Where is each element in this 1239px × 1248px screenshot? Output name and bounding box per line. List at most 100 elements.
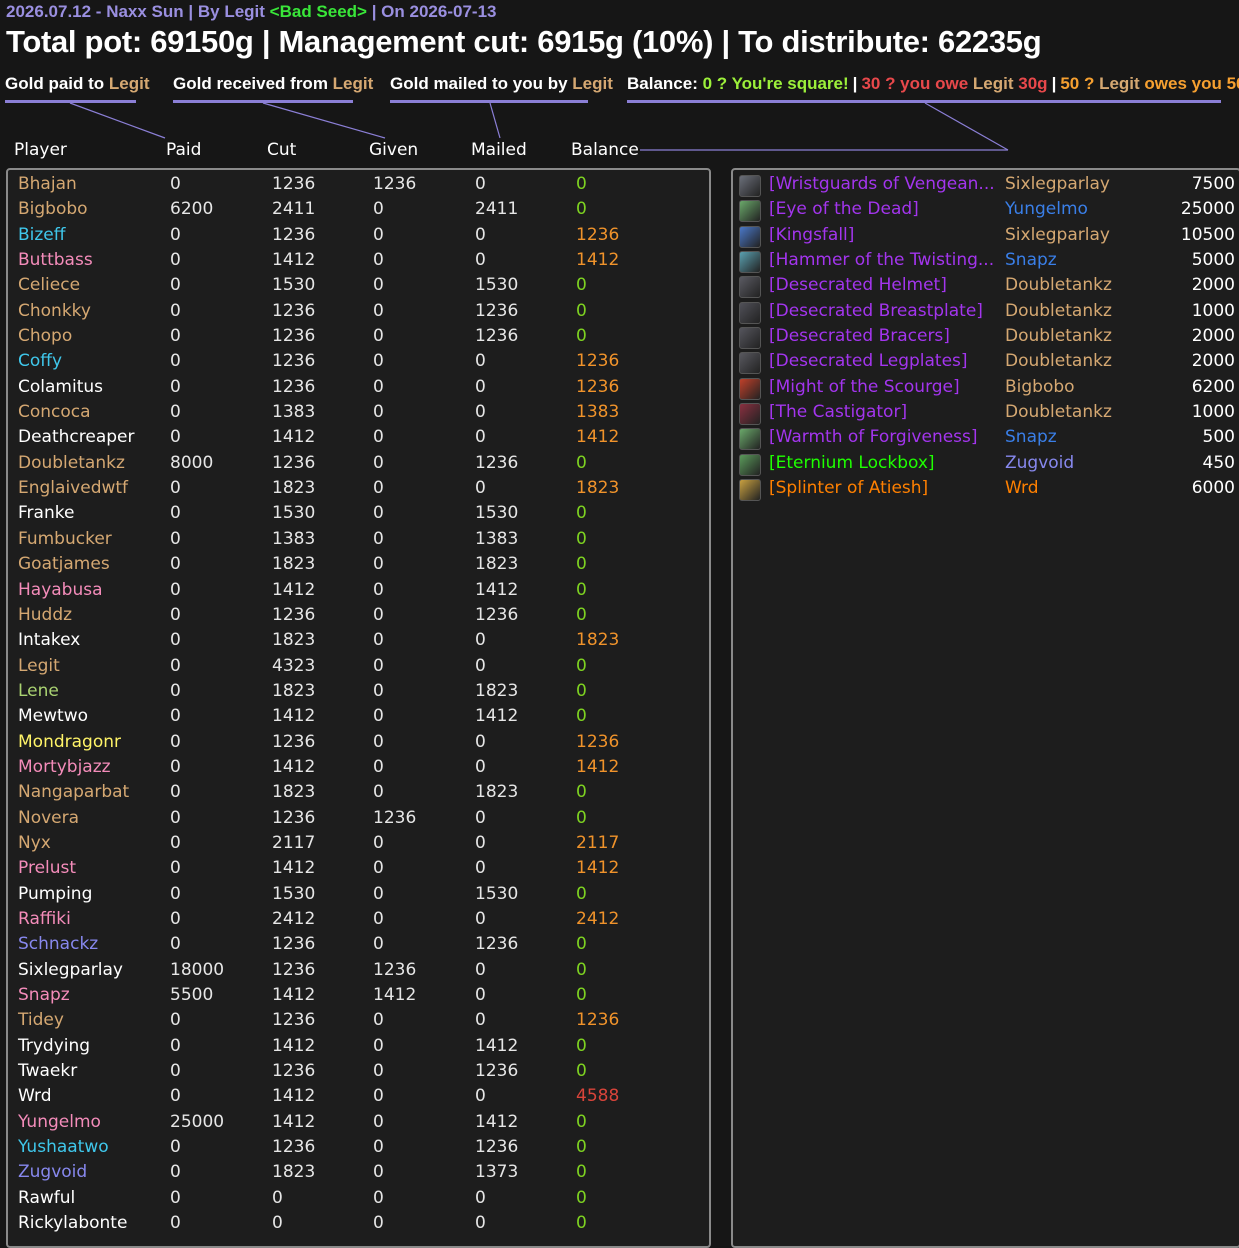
player-paid: 0 <box>170 275 181 296</box>
player-given: 0 <box>373 528 384 549</box>
player-mailed: 1236 <box>475 300 519 321</box>
player-mailed: 0 <box>475 478 486 499</box>
player-cut: 1236 <box>272 1010 316 1031</box>
player-paid: 0 <box>170 630 181 651</box>
player-cut: 1823 <box>272 554 316 575</box>
player-cut: 1236 <box>272 224 316 245</box>
loot-row[interactable]: [Desecrated Helmet] Doubletankz 2000 <box>739 275 1235 300</box>
player-paid: 8000 <box>170 452 214 473</box>
player-balance: 0 <box>576 883 587 904</box>
item-link[interactable]: [Wristguards of Vengean... <box>769 174 999 194</box>
player-mailed: 0 <box>475 832 486 853</box>
player-given: 0 <box>373 503 384 524</box>
player-paid: 0 <box>170 1213 181 1234</box>
player-mailed: 0 <box>475 959 486 980</box>
player-name: Twaekr <box>18 1061 78 1082</box>
player-given: 0 <box>373 1213 384 1234</box>
player-balance: 0 <box>576 579 587 600</box>
player-cut: 1236 <box>272 326 316 347</box>
item-link[interactable]: [Warmth of Forgiveness] <box>769 427 999 447</box>
player-cut: 2411 <box>272 199 316 220</box>
player-given: 0 <box>373 756 384 777</box>
item-price: 500 <box>1202 427 1235 448</box>
loot-row[interactable]: [Might of the Scourge] Bigbobo 6200 <box>739 377 1235 402</box>
loot-row[interactable]: [Desecrated Bracers] Doubletankz 2000 <box>739 326 1235 351</box>
player-given: 0 <box>373 604 384 625</box>
col-header-given[interactable]: Given <box>369 140 418 160</box>
player-given: 0 <box>373 351 384 372</box>
player-balance: 0 <box>576 1213 587 1234</box>
item-price: 10500 <box>1180 224 1235 245</box>
loot-row[interactable]: [Desecrated Breastplate] Doubletankz 1000 <box>739 301 1235 326</box>
player-mailed: 1530 <box>475 883 519 904</box>
player-given: 0 <box>373 326 384 347</box>
col-header-mailed[interactable]: Mailed <box>471 140 527 160</box>
player-paid: 0 <box>170 782 181 803</box>
loot-row[interactable]: [Kingsfall] Sixlegparlay 10500 <box>739 225 1235 250</box>
player-mailed: 0 <box>475 756 486 777</box>
legend-paid-who: Legit <box>108 74 150 93</box>
loot-row[interactable]: [Desecrated Legplates] Doubletankz 2000 <box>739 351 1235 376</box>
player-mailed: 1823 <box>475 554 519 575</box>
item-link[interactable]: [Might of the Scourge] <box>769 377 999 397</box>
item-link[interactable]: [The Castigator] <box>769 402 999 422</box>
loot-row[interactable]: [Wristguards of Vengean... Sixlegparlay 75… <box>739 174 1235 199</box>
player-name: Legit <box>18 655 60 676</box>
player-cut: 1412 <box>272 858 316 879</box>
col-header-cut[interactable]: Cut <box>267 140 296 160</box>
item-link[interactable]: [Splinter of Atiesh] <box>769 478 999 498</box>
player-mailed: 0 <box>475 1010 486 1031</box>
item-price: 1000 <box>1191 300 1235 321</box>
player-name: Goatjames <box>18 554 110 575</box>
loot-row[interactable]: [Splinter of Atiesh] Wrd 6000 <box>739 478 1235 503</box>
player-cut: 1383 <box>272 528 316 549</box>
player-given: 0 <box>373 1086 384 1107</box>
player-balance: 1236 <box>576 1010 620 1031</box>
player-cut: 0 <box>272 1213 283 1234</box>
col-header-balance[interactable]: Balance <box>571 140 639 160</box>
player-paid: 0 <box>170 402 181 423</box>
col-header-player[interactable]: Player <box>14 140 67 160</box>
player-name: Rawful <box>18 1187 76 1208</box>
player-given: 0 <box>373 655 384 676</box>
item-buyer: Doubletankz <box>1005 326 1112 347</box>
player-mailed: 1412 <box>475 1035 519 1056</box>
loot-row[interactable]: [Eye of the Dead] Yungelmo 25000 <box>739 199 1235 224</box>
player-mailed: 0 <box>475 731 486 752</box>
player-balance: 0 <box>576 554 587 575</box>
item-link[interactable]: [Desecrated Legplates] <box>769 351 999 371</box>
player-mailed: 0 <box>475 858 486 879</box>
item-link[interactable]: [Kingsfall] <box>769 225 999 245</box>
legend-owe-who: Legit <box>972 74 1014 93</box>
player-cut: 0 <box>272 1187 283 1208</box>
player-paid: 0 <box>170 1137 181 1158</box>
player-name: Nyx <box>18 832 51 853</box>
player-balance: 0 <box>576 680 587 701</box>
player-cut: 1823 <box>272 630 316 651</box>
player-paid: 0 <box>170 1086 181 1107</box>
shoulder-icon <box>739 377 761 400</box>
item-link[interactable]: [Desecrated Helmet] <box>769 275 999 295</box>
player-paid: 0 <box>170 655 181 676</box>
player-name: Lene <box>18 680 59 701</box>
player-name: Hayabusa <box>18 579 103 600</box>
col-header-paid[interactable]: Paid <box>166 140 201 160</box>
loot-row[interactable]: [Eternium Lockbox] Zugvoid 450 <box>739 453 1235 478</box>
player-mailed: 0 <box>475 174 486 194</box>
loot-row[interactable]: [Hammer of the Twisting... Snapz 5000 <box>739 250 1235 275</box>
item-link[interactable]: [Hammer of the Twisting... <box>769 250 999 270</box>
player-paid: 0 <box>170 1035 181 1056</box>
item-link[interactable]: [Eye of the Dead] <box>769 199 999 219</box>
player-given: 0 <box>373 1162 384 1183</box>
player-mailed: 1236 <box>475 452 519 473</box>
item-link[interactable]: [Desecrated Breastplate] <box>769 301 999 321</box>
item-link[interactable]: [Desecrated Bracers] <box>769 326 999 346</box>
loot-row[interactable]: [Warmth of Forgiveness] Snapz 500 <box>739 427 1235 452</box>
player-cut: 1236 <box>272 807 316 828</box>
player-mailed: 0 <box>475 807 486 828</box>
player-paid: 0 <box>170 326 181 347</box>
item-price: 2000 <box>1191 351 1235 372</box>
item-link[interactable]: [Eternium Lockbox] <box>769 453 999 473</box>
loot-row[interactable]: [The Castigator] Doubletankz 1000 <box>739 402 1235 427</box>
player-cut: 1236 <box>272 731 316 752</box>
